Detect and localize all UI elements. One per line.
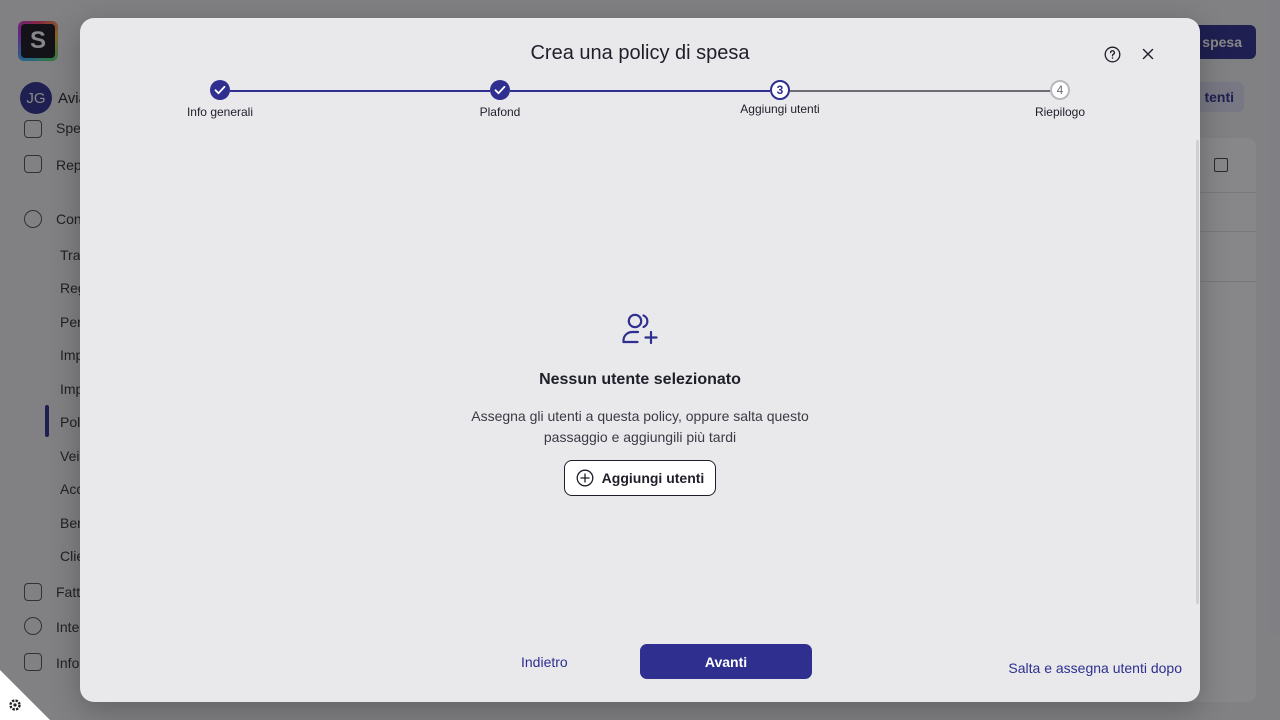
step-done-circle (210, 80, 230, 100)
user-plus-icon (622, 313, 658, 345)
step-label: Riepilogo (1034, 105, 1086, 119)
step-number: 4 (1050, 80, 1070, 100)
empty-state-description: Assegna gli utenti a questa policy, oppu… (471, 408, 809, 445)
create-policy-modal: Crea una policy di spesa Info generali P… (80, 18, 1200, 702)
plus-circle-icon (576, 469, 594, 487)
step-number: 3 (770, 80, 790, 100)
empty-state: Nessun utente selezionato Assegna gli ut… (80, 310, 1200, 496)
stepper: Info generali Plafond 3 Aggiungi utenti … (80, 18, 1200, 138)
step-label: Plafond (479, 105, 521, 119)
empty-state-title: Nessun utente selezionato (539, 371, 741, 388)
step-info-generali[interactable]: Info generali (150, 80, 290, 119)
step-label: Info generali (186, 105, 254, 119)
step-riepilogo: 4 Riepilogo (990, 80, 1130, 119)
step-aggiungi-utenti: 3 Aggiungi utenti (710, 80, 850, 116)
skip-assign-later-button[interactable]: Salta e assegna utenti dopo (1008, 660, 1182, 676)
next-button[interactable]: Avanti (640, 644, 812, 679)
corner-settings[interactable] (0, 670, 50, 720)
add-users-label: Aggiungi utenti (601, 470, 705, 486)
add-users-button[interactable]: Aggiungi utenti (564, 460, 716, 496)
back-button[interactable]: Indietro (521, 654, 568, 670)
step-label: Aggiungi utenti (740, 102, 820, 116)
check-icon (214, 85, 226, 95)
check-icon (494, 85, 506, 95)
step-done-circle (490, 80, 510, 100)
step-plafond[interactable]: Plafond (430, 80, 570, 119)
